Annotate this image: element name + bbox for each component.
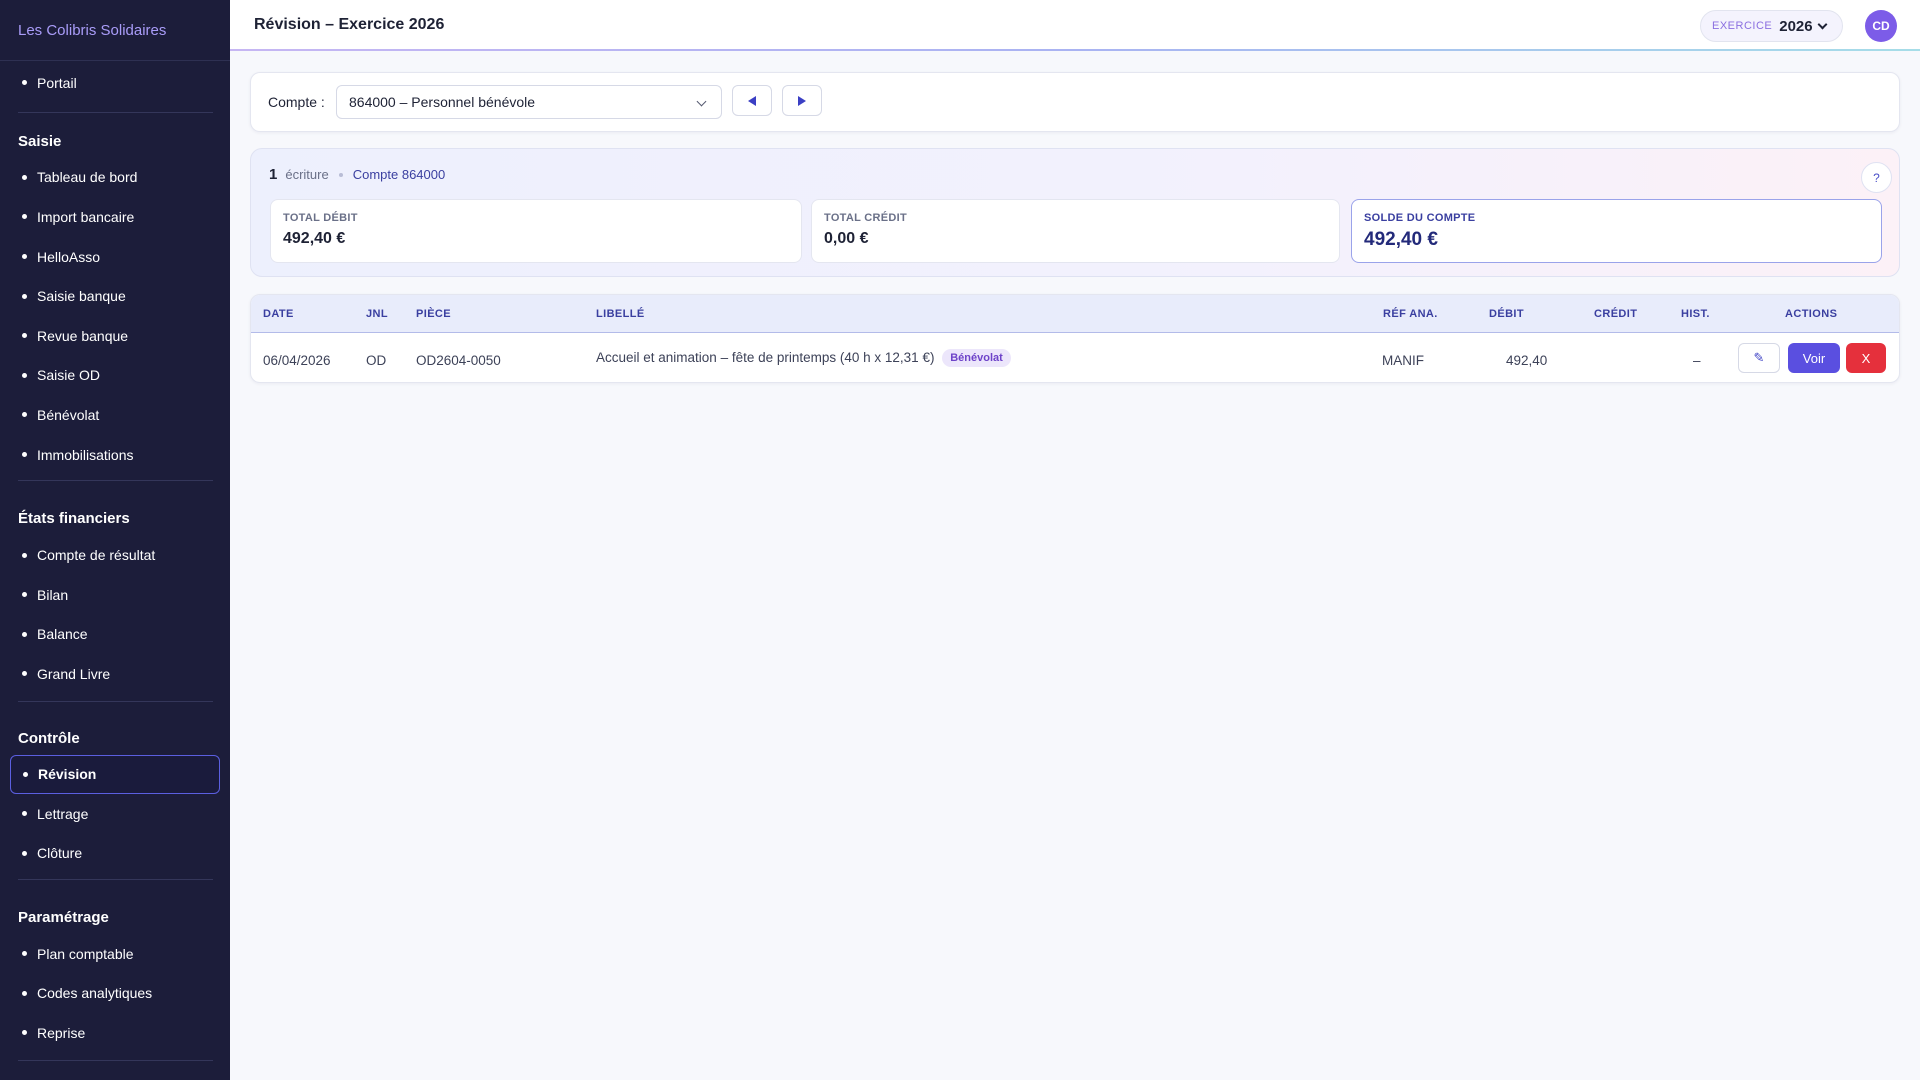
- account-selector-card: Compte : 864000 – Personnel bénévole: [250, 72, 1900, 132]
- sidebar-item-balance[interactable]: Balance: [18, 615, 212, 655]
- triangle-right-icon: [798, 95, 806, 106]
- pencil-icon: ✎: [1753, 350, 1765, 365]
- sidebar-divider: [18, 1059, 213, 1061]
- sidebar-item-saisie-od[interactable]: Saisie OD: [18, 356, 212, 396]
- summary-card: 1 écriture Compte 864000 ? TOTAL DÉBIT 4…: [250, 148, 1900, 277]
- column-header-ref-ana[interactable]: RÉF ANA.: [1383, 308, 1438, 320]
- summary-account: Compte 864000: [352, 167, 446, 182]
- cell-ref-ana: MANIF: [1382, 353, 1424, 368]
- cell-libelle: Accueil et animation – fête de printemps…: [596, 349, 1011, 367]
- avatar[interactable]: CD: [1865, 10, 1897, 42]
- section-title-etats-financiers: États financiers: [18, 510, 130, 528]
- previous-account-button[interactable]: [732, 85, 772, 116]
- section-title-saisie: Saisie: [18, 132, 62, 150]
- summary-meta: 1 écriture Compte 864000: [269, 166, 445, 183]
- entry-count: 1: [269, 166, 278, 183]
- tag-badge: Bénévolat: [942, 349, 1011, 367]
- cell-piece[interactable]: OD2604-0050: [416, 353, 501, 368]
- sidebar-item-cloture[interactable]: Clôture: [18, 833, 212, 873]
- section-title-parametrage: Paramétrage: [18, 908, 109, 926]
- delete-button[interactable]: X: [1846, 343, 1886, 373]
- sidebar-item-benevolat[interactable]: Bénévolat: [18, 395, 212, 435]
- sidebar-item-plan-comptable[interactable]: Plan comptable: [18, 934, 212, 974]
- total-credit-value: 0,00 €: [824, 230, 869, 247]
- brand-name[interactable]: Les Colibris Solidaires: [0, 0, 230, 61]
- total-debit-label: TOTAL DÉBIT: [283, 212, 358, 224]
- chevron-down-icon: [696, 96, 707, 107]
- table-header: DATE JNL PIÈCE LIBELLÉ RÉF ANA. DÉBIT CR…: [251, 295, 1899, 333]
- help-button[interactable]: ?: [1861, 162, 1892, 193]
- column-header-piece[interactable]: PIÈCE: [416, 308, 451, 320]
- separator-dot: [338, 172, 343, 177]
- next-account-button[interactable]: [782, 85, 822, 116]
- column-header-libelle[interactable]: LIBELLÉ: [596, 308, 645, 320]
- sidebar-item-immobilisations[interactable]: Immobilisations: [18, 435, 212, 475]
- column-header-date[interactable]: DATE: [263, 308, 294, 320]
- account-select-value: 864000 – Personnel bénévole: [349, 94, 536, 110]
- cell-jnl: OD: [366, 353, 387, 368]
- chevron-down-icon: [1817, 19, 1828, 29]
- account-select[interactable]: 864000 – Personnel bénévole: [336, 85, 722, 119]
- sidebar: Les Colibris Solidaires Portail Saisie T…: [0, 0, 230, 1080]
- exercise-selector[interactable]: EXERCICE 2026: [1700, 10, 1843, 42]
- sidebar-item-lettrage[interactable]: Lettrage: [18, 794, 212, 834]
- sidebar-item-saisie-banque[interactable]: Saisie banque: [18, 276, 212, 316]
- column-header-actions: ACTIONS: [1785, 308, 1838, 320]
- account-balance-value: 492,40 €: [1364, 229, 1438, 250]
- triangle-left-icon: [748, 95, 756, 106]
- cell-hist: –: [1693, 353, 1701, 368]
- sidebar-item-helloasso[interactable]: HelloAsso: [18, 237, 212, 277]
- page-title: Révision – Exercice 2026: [254, 16, 445, 33]
- column-header-credit[interactable]: CRÉDIT: [1594, 308, 1637, 320]
- sidebar-item-reprise[interactable]: Reprise: [18, 1013, 212, 1053]
- column-header-hist: HIST.: [1681, 308, 1710, 320]
- cell-libelle-text: Accueil et animation – fête de printemps…: [596, 350, 935, 365]
- topbar: Révision – Exercice 2026 EXERCICE 2026 C…: [230, 0, 1920, 50]
- cell-debit: 492,40: [1506, 353, 1548, 368]
- sidebar-item-import-bancaire[interactable]: Import bancaire: [18, 197, 212, 237]
- sidebar-item-compte-de-resultat[interactable]: Compte de résultat: [18, 535, 212, 575]
- cell-date: 06/04/2026: [263, 353, 331, 368]
- entry-count-word: écriture: [285, 167, 329, 182]
- sidebar-item-revision[interactable]: Révision: [10, 754, 220, 794]
- total-debit-value: 492,40 €: [283, 230, 346, 247]
- account-label: Compte :: [268, 94, 325, 110]
- topbar-accent-line: [230, 49, 1920, 51]
- account-balance-card: SOLDE DU COMPTE 492,40 €: [1351, 199, 1882, 263]
- total-credit-label: TOTAL CRÉDIT: [824, 212, 908, 224]
- column-header-jnl[interactable]: JNL: [366, 308, 388, 320]
- sidebar-item-portail[interactable]: Portail: [18, 63, 212, 103]
- total-credit-card: TOTAL CRÉDIT 0,00 €: [811, 199, 1340, 263]
- column-header-debit[interactable]: DÉBIT: [1489, 308, 1524, 320]
- entries-table: DATE JNL PIÈCE LIBELLÉ RÉF ANA. DÉBIT CR…: [250, 294, 1900, 383]
- account-balance-label: SOLDE DU COMPTE: [1364, 212, 1476, 224]
- exercise-year: 2026: [1779, 17, 1813, 35]
- sidebar-item-tableau-de-bord[interactable]: Tableau de bord: [18, 158, 212, 198]
- exercise-label: EXERCICE: [1712, 20, 1773, 32]
- sidebar-item-grand-livre[interactable]: Grand Livre: [18, 654, 212, 694]
- edit-button[interactable]: ✎: [1738, 343, 1780, 373]
- section-title-controle: Contrôle: [18, 729, 80, 747]
- view-button[interactable]: Voir: [1788, 343, 1840, 373]
- sidebar-item-codes-analytiques[interactable]: Codes analytiques: [18, 974, 212, 1014]
- sidebar-item-revue-banque[interactable]: Revue banque: [18, 316, 212, 356]
- sidebar-item-bilan[interactable]: Bilan: [18, 575, 212, 615]
- total-debit-card: TOTAL DÉBIT 492,40 €: [270, 199, 802, 263]
